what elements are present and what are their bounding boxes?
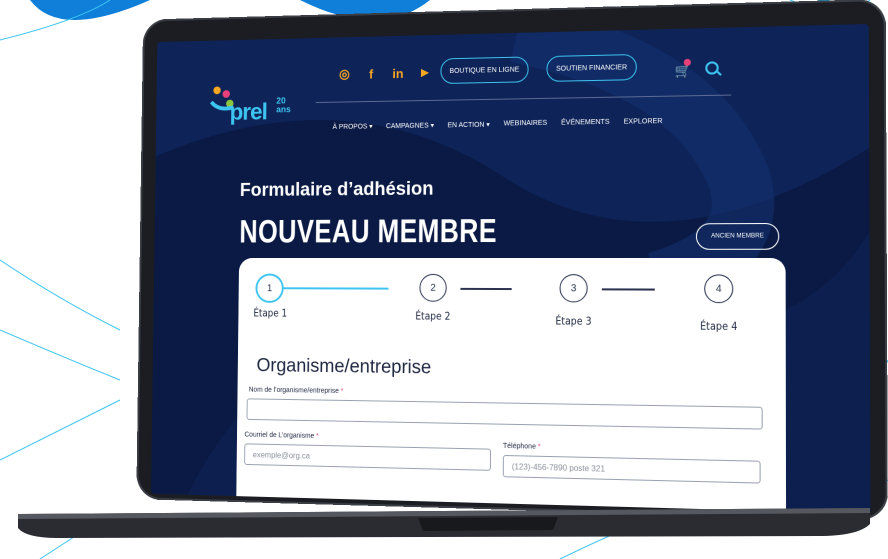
nav-item-explorer[interactable]: EXPLORER (624, 118, 663, 127)
logo-years: 20 ans (276, 96, 291, 115)
nav-item-campagnes[interactable]: CAMPAGNES ▾ (386, 122, 434, 131)
phone-label: Téléphone * (503, 443, 541, 451)
nav-item-evenements[interactable]: ÉVÉNEMENTS (561, 119, 609, 128)
laptop-lid: prel 20 ans ◎ f in ▶ BOUTIQUE EN LIGNE S… (136, 0, 888, 521)
logo-text: prel (229, 99, 268, 126)
search-icon[interactable] (705, 61, 719, 75)
step-3-circle[interactable]: 3 (559, 274, 588, 303)
org-name-label: Nom de l’organisme/entreprise * (249, 387, 344, 395)
nav-item-label: EN ACTION (447, 121, 485, 130)
step-1-circle[interactable]: 1 (255, 273, 284, 303)
ancien-membre-button[interactable]: ANCIEN MEMBRE (695, 222, 780, 250)
required-marker: * (316, 433, 319, 440)
phone-input[interactable]: (123)-456-7890 poste 321 (502, 454, 761, 484)
step-3-label: Étape 3 (555, 314, 592, 328)
soutien-button[interactable]: SOUTIEN FINANCIER (546, 53, 637, 82)
nav-item-webinaires[interactable]: WEBINAIRES (504, 120, 548, 129)
instagram-icon[interactable]: ◎ (338, 66, 351, 82)
linkedin-icon[interactable]: in (391, 66, 405, 81)
facebook-icon[interactable]: f (364, 66, 377, 81)
step-connector-3 (601, 288, 655, 291)
chevron-down-icon: ▾ (486, 121, 490, 129)
step-connector-2 (460, 287, 512, 290)
form-card: 1 2 3 4 Étape 1 Étape 2 Étape 3 Étape 4 … (235, 258, 787, 514)
nav-item-en-action[interactable]: EN ACTION ▾ (448, 121, 490, 130)
org-email-label-text: Courriel de L’organisme (244, 431, 315, 440)
step-2-circle[interactable]: 2 (419, 273, 447, 302)
phone-label-text: Téléphone (502, 442, 536, 451)
nav-item-label: À PROPOS (332, 123, 368, 131)
step-4-circle[interactable]: 4 (704, 274, 734, 304)
page-kicker: Formulaire d’adhésion (239, 178, 434, 201)
step-4-label: Étape 4 (700, 319, 738, 334)
laptop-screen: prel 20 ans ◎ f in ▶ BOUTIQUE EN LIGNE S… (151, 23, 871, 514)
chevron-down-icon: ▾ (430, 122, 434, 130)
step-2-label: Étape 2 (415, 309, 451, 323)
org-email-label: Courriel de L’organisme * (244, 432, 318, 440)
org-name-label-text: Nom de l’organisme/entreprise (248, 386, 339, 395)
nav-item-label: CAMPAGNES (385, 122, 429, 131)
org-email-input[interactable]: exemple@org.ca (244, 443, 492, 471)
logo-years-word: ans (276, 104, 291, 115)
step-1-label: Étape 1 (253, 306, 288, 320)
nav-item-a-propos[interactable]: À PROPOS ▾ (332, 123, 373, 131)
social-links: ◎ f in ▶ (338, 65, 432, 83)
laptop-base (18, 508, 870, 538)
org-name-input[interactable] (246, 398, 763, 430)
chevron-down-icon: ▾ (369, 123, 373, 131)
required-marker: * (537, 443, 541, 451)
section-title: Organisme/entreprise (256, 355, 432, 379)
page-title: NOUVEAU MEMBRE (239, 212, 498, 250)
prel-logo[interactable]: prel 20 ans (209, 77, 303, 129)
required-marker: * (340, 388, 344, 395)
laptop: prel 20 ans ◎ f in ▶ BOUTIQUE EN LIGNE S… (0, 0, 888, 559)
youtube-icon[interactable]: ▶ (418, 67, 432, 78)
step-connector-1 (281, 287, 389, 290)
boutique-button[interactable]: BOUTIQUE EN LIGNE (440, 56, 529, 85)
